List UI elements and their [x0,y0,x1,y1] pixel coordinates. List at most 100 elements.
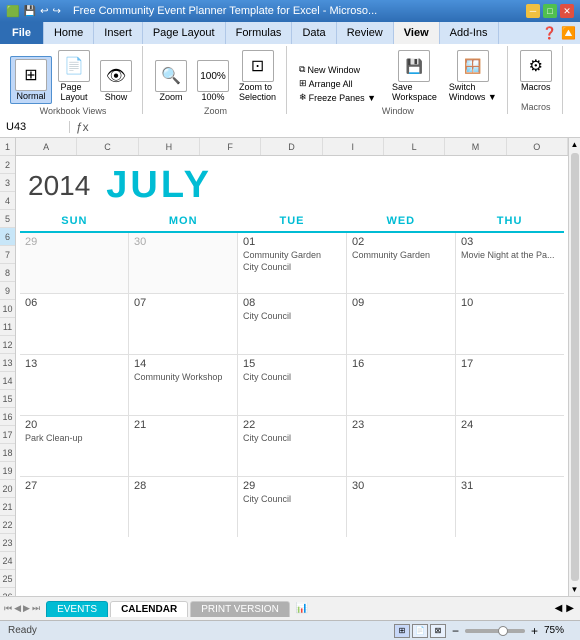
help-icon[interactable]: ❓ [542,26,557,40]
tab-next-icon[interactable]: ▶ [23,603,30,614]
row-header-19: 19 [0,462,15,480]
spreadsheet: 1 2 3 4 5 6 7 8 9 10 11 12 13 14 15 16 1… [0,138,580,596]
switch-windows-icon: 🪟 [457,50,489,82]
page-break-status-icon[interactable]: ⊠ [430,624,446,638]
maximize-button[interactable]: □ [543,4,557,18]
zoom-thumb[interactable] [498,626,508,636]
sheet-tabs: ⏮ ◀ ▶ ⏭ EVENTS CALENDAR PRINT VERSION 📊 … [0,596,580,620]
tab-prev-icon[interactable]: ◀ [14,603,21,614]
cal-cell-16[interactable]: 16 [347,355,456,415]
quick-access-undo[interactable]: ↩ [40,6,48,17]
macros-button[interactable]: ⚙ Macros [516,48,556,94]
day-tue: TUE [238,215,347,227]
workbook-views-label: Workbook Views [40,106,107,116]
vertical-scrollbar[interactable]: ▲ ▼ [568,138,580,596]
cal-cell-23[interactable]: 23 [347,416,456,476]
cal-cell-20[interactable]: 20 Park Clean-up [20,416,129,476]
cal-cell-13[interactable]: 13 [20,355,129,415]
col-header-row: A C H F D I L M O [16,138,568,156]
function-icon[interactable]: ƒx [70,120,95,134]
tab-file[interactable]: File [0,22,44,44]
tab-data[interactable]: Data [292,22,336,44]
freeze-panes-button[interactable]: ❄ Freeze Panes ▼ [295,91,380,104]
tab-first-icon[interactable]: ⏮ [4,603,12,614]
macros-label: Macros [521,82,551,92]
zoom-level[interactable]: 75% [544,625,572,636]
cal-cell-03[interactable]: 03 Movie Night at the Pa... [456,233,564,293]
zoom-slider[interactable] [465,629,525,633]
row-header-18: 18 [0,444,15,462]
cal-cell-09[interactable]: 09 [347,294,456,354]
cal-cell-29-prev[interactable]: 29 [20,233,129,293]
cal-cell-06[interactable]: 06 [20,294,129,354]
switch-windows-button[interactable]: 🪟 SwitchWindows ▼ [445,48,501,104]
cal-cell-17[interactable]: 17 [456,355,564,415]
page-layout-status-icon[interactable]: 📄 [412,624,428,638]
cal-cell-14[interactable]: 14 Community Workshop [129,355,238,415]
scroll-thumb[interactable] [571,153,579,581]
cal-cell-30-prev[interactable]: 30 [129,233,238,293]
tab-events[interactable]: EVENTS [46,601,108,617]
arrange-all-button[interactable]: ⊞ Arrange All [295,77,380,90]
scroll-up-arrow[interactable]: ▲ [569,138,580,151]
cal-cell-24[interactable]: 24 [456,416,564,476]
cal-cell-30[interactable]: 30 [347,477,456,537]
calendar-week-3: 13 14 Community Workshop 15 City Council… [20,355,564,416]
tab-view[interactable]: View [394,22,440,44]
cal-cell-31[interactable]: 31 [456,477,564,537]
zoom-button[interactable]: 🔍 Zoom [151,58,191,104]
zoom-selection-button[interactable]: ⊡ Zoom toSelection [235,48,280,104]
new-window-icon: ⧉ [299,64,305,75]
app-icon: 🟩 [6,5,20,18]
normal-view-status-icon[interactable]: ⊞ [394,624,410,638]
window-small-buttons-2: 💾 SaveWorkspace [388,48,441,104]
tab-last-icon[interactable]: ⏭ [32,603,40,614]
title-text: Free Community Event Planner Template fo… [73,5,377,17]
tab-formulas[interactable]: Formulas [226,22,293,44]
bottom-right-controls: ◀ ▶ [555,603,580,614]
quick-access-save[interactable]: 💾 [24,6,36,17]
cell-num: 27 [25,480,123,492]
minimize-ribbon-icon[interactable]: 🔼 [561,26,576,40]
row-header-22: 22 [0,516,15,534]
cell-num: 23 [352,419,450,431]
scroll-down-arrow[interactable]: ▼ [569,583,580,596]
show-button[interactable]: 👁 Show [96,58,136,104]
cal-cell-02[interactable]: 02 Community Garden [347,233,456,293]
zoom-plus-icon[interactable]: + [531,624,538,638]
tab-page-layout[interactable]: Page Layout [143,22,226,44]
page-layout-view-button[interactable]: 📄 PageLayout [54,48,94,104]
scroll-right-icon[interactable]: ▶ [566,603,574,614]
cal-cell-08[interactable]: 08 City Council [238,294,347,354]
tab-insert[interactable]: Insert [94,22,143,44]
tab-add-ins[interactable]: Add-Ins [440,22,499,44]
cal-cell-01[interactable]: 01 Community Garden City Council [238,233,347,293]
tab-review[interactable]: Review [337,22,394,44]
cal-cell-28[interactable]: 28 [129,477,238,537]
zoom-minus-icon[interactable]: − [452,624,459,638]
tab-calendar[interactable]: CALENDAR [110,601,188,617]
tab-print-version[interactable]: PRINT VERSION [190,601,290,617]
workbook-views-buttons: ⊞ Normal 📄 PageLayout 👁 Show [10,48,136,104]
save-workspace-button[interactable]: 💾 SaveWorkspace [388,48,441,104]
cal-cell-27[interactable]: 27 [20,477,129,537]
close-button[interactable]: ✕ [560,4,574,18]
cal-cell-07[interactable]: 07 [129,294,238,354]
cell-reference[interactable]: U43 [0,121,70,133]
quick-access-redo[interactable]: ↪ [53,6,61,17]
cell-num: 28 [134,480,232,492]
new-window-button[interactable]: ⧉ New Window [295,63,380,76]
cell-num: 01 [243,236,341,248]
cal-cell-22[interactable]: 22 City Council [238,416,347,476]
cal-cell-15[interactable]: 15 City Council [238,355,347,415]
zoom-100-button[interactable]: 100% 100% [193,58,233,104]
minimize-button[interactable]: ─ [526,4,540,18]
tab-home[interactable]: Home [44,22,94,44]
ribbon-group-macros: ⚙ Macros Macros [510,46,563,114]
row-header-13: 13 [0,354,15,372]
cal-cell-29[interactable]: 29 City Council [238,477,347,537]
cal-cell-10[interactable]: 10 [456,294,564,354]
normal-view-button[interactable]: ⊞ Normal [10,56,52,104]
cal-cell-21[interactable]: 21 [129,416,238,476]
scroll-left-icon[interactable]: ◀ [555,603,563,614]
